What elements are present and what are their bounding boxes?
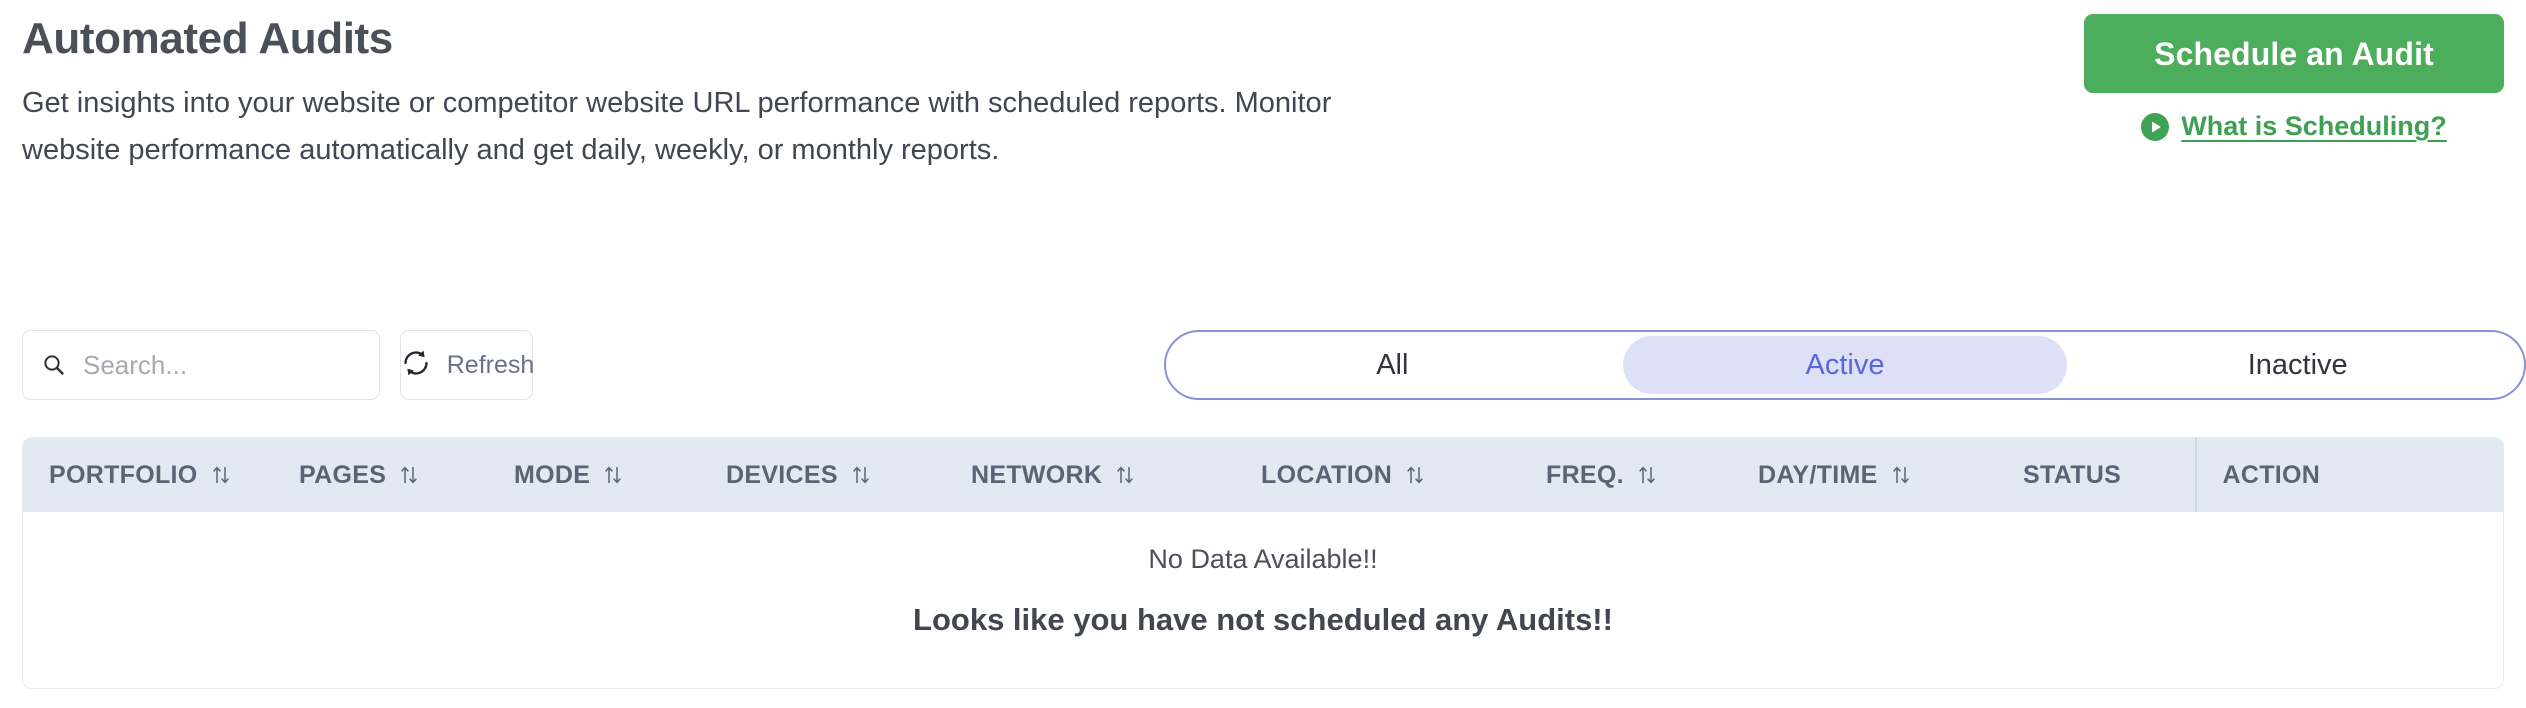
column-header-devices[interactable]: DEVICES [700, 461, 945, 490]
sort-icon [1114, 462, 1136, 488]
search-icon [41, 352, 81, 378]
sort-icon [602, 462, 624, 488]
play-circle-icon [2141, 112, 2170, 141]
column-label-freq: FREQ. [1546, 460, 1624, 489]
sort-icon [850, 462, 872, 488]
sort-icon [1890, 462, 1912, 488]
column-header-pages[interactable]: PAGES [273, 461, 488, 490]
column-header-mode[interactable]: MODE [488, 461, 700, 490]
sort-icon [1404, 462, 1426, 488]
status-filter-group: All Active Inactive [1164, 330, 2526, 400]
column-label-status: STATUS [2023, 460, 2122, 489]
column-label-network: NETWORK [971, 460, 1103, 489]
page-title: Automated Audits [22, 14, 393, 63]
column-header-day-time[interactable]: DAY/TIME [1732, 461, 1997, 490]
sort-icon [210, 462, 232, 488]
title-block: Automated Audits Get insights into your … [22, 12, 1522, 174]
column-header-status: STATUS [1997, 461, 2195, 490]
audits-table: PORTFOLIO PAGES MODE DEVICES NETWORK LOC… [22, 437, 2504, 689]
sort-icon [398, 462, 420, 488]
column-label-day-time: DAY/TIME [1758, 460, 1878, 489]
page-header: Automated Audits Get insights into your … [0, 0, 2526, 280]
search-box[interactable] [22, 330, 380, 400]
column-label-location: LOCATION [1261, 460, 1393, 489]
schedule-an-audit-button[interactable]: Schedule an Audit [2084, 14, 2504, 93]
empty-state-secondary: Looks like you have not scheduled any Au… [913, 602, 1613, 637]
column-label-action: ACTION [2222, 460, 2321, 489]
refresh-icon [399, 346, 433, 385]
table-header-row: PORTFOLIO PAGES MODE DEVICES NETWORK LOC… [23, 438, 2503, 512]
column-header-location[interactable]: LOCATION [1235, 461, 1520, 490]
refresh-label: Refresh [446, 350, 535, 379]
search-input[interactable] [81, 348, 361, 382]
what-is-scheduling-label: What is Scheduling? [2181, 111, 2447, 141]
column-header-freq[interactable]: FREQ. [1520, 461, 1732, 490]
column-header-portfolio[interactable]: PORTFOLIO [23, 461, 273, 490]
cta-block: Schedule an Audit What is Scheduling? [2084, 14, 2504, 142]
empty-state-primary: No Data Available!! [1148, 544, 1378, 574]
column-label-portfolio: PORTFOLIO [49, 460, 198, 489]
what-is-scheduling-link[interactable]: What is Scheduling? [2141, 111, 2447, 142]
sort-icon [1636, 462, 1658, 488]
toolbar: Refresh All Active Inactive [0, 330, 2526, 402]
refresh-button[interactable]: Refresh [399, 330, 535, 400]
table-empty-state: No Data Available!! Looks like you have … [23, 512, 2503, 688]
column-label-devices: DEVICES [726, 460, 838, 489]
column-label-pages: PAGES [299, 460, 387, 489]
column-header-action: ACTION [2197, 461, 2504, 490]
page-description: Get insights into your website or compet… [22, 87, 1332, 166]
column-label-mode: MODE [514, 460, 591, 489]
column-header-network[interactable]: NETWORK [945, 461, 1235, 490]
filter-inactive[interactable]: Inactive [2075, 336, 2520, 394]
filter-all[interactable]: All [1170, 336, 1615, 394]
filter-active[interactable]: Active [1622, 336, 2068, 394]
